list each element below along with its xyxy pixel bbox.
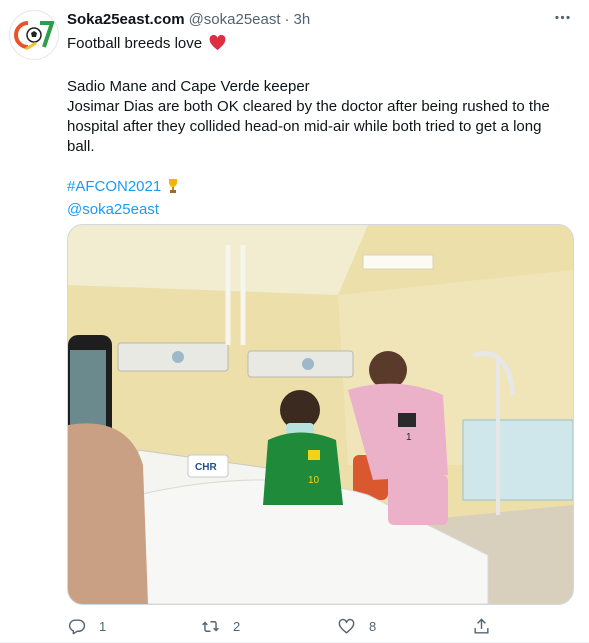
tweet-line: Football breeds love [67,34,572,57]
tweet[interactable]: Soka25east.com @soka25east · 3h Football… [0,0,589,643]
reply-button[interactable]: 1 [67,614,106,638]
pink-jersey-number: 1 [406,432,412,443]
like-icon [337,617,356,636]
hashtag-link[interactable]: #AFCON2021 [67,178,161,195]
tweet-actions: 1 2 8 [67,614,572,638]
tweet-hashtag-line: #AFCON2021 [67,177,572,200]
tweet-mention-line: @soka25east [67,200,572,220]
retweet-icon [201,617,220,636]
hospital-room-photo: CHR 10 1 [68,225,573,604]
more-options-button[interactable] [550,8,574,32]
avatar[interactable] [9,10,59,60]
share-button[interactable] [472,614,491,638]
green-jersey-number: 10 [308,475,320,486]
tweet-text-line1: Football breeds love [67,35,203,52]
tweet-text: Football breeds love Sadio Mane and Cape… [67,34,572,220]
heart-emoji-icon [209,34,226,57]
like-count: 8 [369,618,377,634]
share-icon [472,617,491,636]
tweet-content: Soka25east.com @soka25east · 3h Football… [67,9,572,220]
tweet-text-line3: Josimar Dias are both OK cleared by the … [67,98,550,155]
author-handle[interactable]: @soka25east [189,11,281,28]
separator-dot: · [284,10,290,28]
retweet-count: 2 [233,618,241,634]
like-button[interactable]: 8 [337,614,376,638]
tweet-photo[interactable]: CHR 10 1 [67,224,574,605]
tweet-text-line2: Sadio Mane and Cape Verde keeper [67,78,310,95]
bed-logo-text: CHR [195,462,217,473]
retweet-button[interactable]: 2 [201,614,240,638]
tweet-header: Soka25east.com @soka25east · 3h [67,9,572,29]
author-name[interactable]: Soka25east.com [67,11,185,28]
reply-count: 1 [99,618,107,634]
mention-link[interactable]: @soka25east [67,201,159,218]
more-icon [553,8,572,32]
trophy-emoji-icon [167,178,179,200]
tweet-time[interactable]: 3h [294,11,311,28]
reply-icon [67,617,86,636]
